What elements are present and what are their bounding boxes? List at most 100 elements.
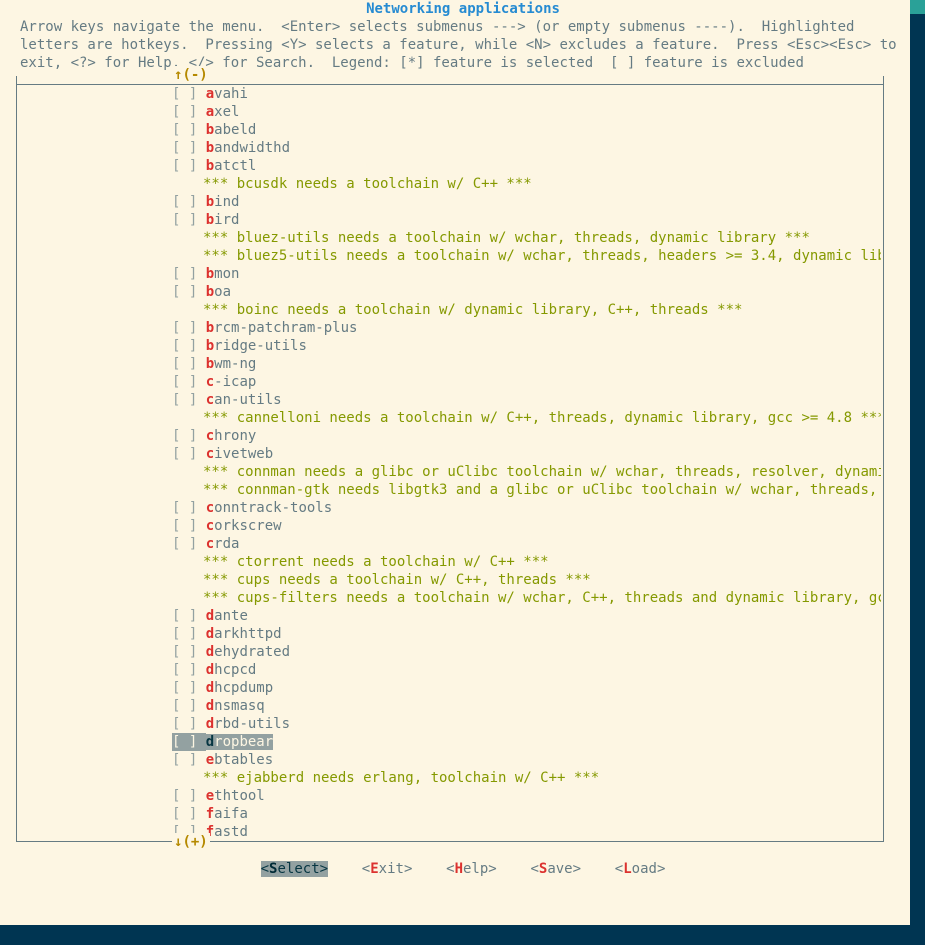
option-dropbear[interactable]: [ ] dropbear (172, 733, 881, 751)
checkbox[interactable]: [ ] (172, 121, 206, 139)
option-crda[interactable]: [ ] crda (172, 535, 881, 553)
option-bridge-utils[interactable]: [ ] bridge-utils (172, 337, 881, 355)
option-can-utils[interactable]: [ ] can-utils (172, 391, 881, 409)
exit-button[interactable]: <Exit> (362, 861, 413, 877)
option-conntrack-tools[interactable]: [ ] conntrack-tools (172, 499, 881, 517)
option-label: mon (214, 266, 239, 282)
hotkey: d (206, 734, 214, 750)
checkbox[interactable]: [ ] (172, 355, 206, 373)
option-dante[interactable]: [ ] dante (172, 607, 881, 625)
hotkey: d (206, 680, 214, 696)
hotkey: b (206, 122, 214, 138)
checkbox[interactable]: [ ] (172, 517, 206, 535)
option-bwm-ng[interactable]: [ ] bwm-ng (172, 355, 881, 373)
option-dhcpcd[interactable]: [ ] dhcpcd (172, 661, 881, 679)
option-drbd-utils[interactable]: [ ] drbd-utils (172, 715, 881, 733)
option-label: -icap (214, 374, 256, 390)
button-bar: <Select> <Exit> <Help> <Save> <Load> (20, 860, 906, 878)
option-ethtool[interactable]: [ ] ethtool (172, 787, 881, 805)
checkbox[interactable]: [ ] (172, 193, 206, 211)
checkbox[interactable]: [ ] (172, 805, 206, 823)
option-bird[interactable]: [ ] bird (172, 211, 881, 229)
checkbox[interactable]: [ ] (172, 427, 206, 445)
option-label: xel (214, 104, 239, 120)
help-button[interactable]: <Help> (446, 861, 497, 877)
option-label: arkhttpd (214, 626, 281, 642)
checkbox[interactable]: [ ] (172, 319, 206, 337)
option-label: atctl (214, 158, 256, 174)
option-label: aifa (214, 806, 248, 822)
option-bandwidthd[interactable]: [ ] bandwidthd (172, 139, 881, 157)
checkbox[interactable]: [ ] (172, 85, 206, 103)
requirement-note: *** cups-filters needs a toolchain w/ wc… (172, 589, 881, 607)
checkbox[interactable]: [ ] (172, 391, 206, 409)
hotkey: e (206, 752, 214, 768)
note-text: *** ctorrent needs a toolchain w/ C++ **… (172, 554, 549, 570)
requirement-note: *** ctorrent needs a toolchain w/ C++ **… (172, 553, 881, 571)
option-darkhttpd[interactable]: [ ] darkhttpd (172, 625, 881, 643)
checkbox[interactable]: [ ] (172, 787, 206, 805)
option-dehydrated[interactable]: [ ] dehydrated (172, 643, 881, 661)
load-button[interactable]: <Load> (615, 861, 666, 877)
option-batctl[interactable]: [ ] batctl (172, 157, 881, 175)
option-fastd[interactable]: [ ] fastd (172, 823, 881, 841)
checkbox[interactable]: [ ] (172, 211, 206, 229)
option-faifa[interactable]: [ ] faifa (172, 805, 881, 823)
checkbox[interactable]: [ ] (172, 697, 206, 715)
checkbox[interactable]: [ ] (172, 445, 206, 463)
scroll-down-icon[interactable]: ↓(+) (172, 833, 210, 851)
select-button[interactable]: <Select> (261, 861, 328, 877)
option-c-icap[interactable]: [ ] c-icap (172, 373, 881, 391)
hotkey: e (206, 788, 214, 804)
option-avahi[interactable]: [ ] avahi (172, 85, 881, 103)
note-text: *** boinc needs a toolchain w/ dynamic l… (172, 302, 742, 318)
checkbox[interactable]: [ ] (172, 751, 206, 769)
option-dnsmasq[interactable]: [ ] dnsmasq (172, 697, 881, 715)
option-label: an-utils (214, 392, 281, 408)
hotkey: d (206, 608, 214, 624)
checkbox[interactable]: [ ] (172, 607, 206, 625)
checkbox[interactable]: [ ] (172, 661, 206, 679)
checkbox[interactable]: [ ] (172, 283, 206, 301)
option-bind[interactable]: [ ] bind (172, 193, 881, 211)
checkbox[interactable]: [ ] (172, 373, 206, 391)
option-chrony[interactable]: [ ] chrony (172, 427, 881, 445)
hotkey: d (206, 626, 214, 642)
option-ebtables[interactable]: [ ] ebtables (172, 751, 881, 769)
checkbox[interactable]: [ ] (172, 643, 206, 661)
note-text: *** bluez-utils needs a toolchain w/ wch… (172, 230, 810, 246)
scroll-up-icon[interactable]: ↑(-) (172, 66, 210, 84)
checkbox[interactable]: [ ] (172, 715, 206, 733)
checkbox[interactable]: [ ] (172, 265, 206, 283)
option-boa[interactable]: [ ] boa (172, 283, 881, 301)
option-label: hrony (214, 428, 256, 444)
checkbox[interactable]: [ ] (172, 103, 206, 121)
instructions: Arrow keys navigate the menu. <Enter> se… (20, 18, 906, 72)
requirement-note: *** bcusdk needs a toolchain w/ C++ *** (172, 175, 881, 193)
checkbox[interactable]: [ ] (172, 139, 206, 157)
checkbox[interactable]: [ ] (172, 499, 206, 517)
option-label: rbd-utils (214, 716, 290, 732)
hotkey: a (206, 104, 214, 120)
requirement-note: *** connman-gtk needs libgtk3 and a glib… (172, 481, 881, 499)
option-list[interactable]: [ ] avahi[ ] axel[ ] babeld[ ] bandwidth… (17, 85, 883, 841)
checkbox[interactable]: [ ] (172, 157, 206, 175)
checkbox[interactable]: [ ] (172, 535, 206, 553)
option-dhcpdump[interactable]: [ ] dhcpdump (172, 679, 881, 697)
hotkey: b (206, 356, 214, 372)
checkbox[interactable]: [ ] (172, 733, 206, 751)
hotkey: c (206, 428, 214, 444)
option-babeld[interactable]: [ ] babeld (172, 121, 881, 139)
option-brcm-patchram-plus[interactable]: [ ] brcm-patchram-plus (172, 319, 881, 337)
checkbox[interactable]: [ ] (172, 625, 206, 643)
option-civetweb[interactable]: [ ] civetweb (172, 445, 881, 463)
option-bmon[interactable]: [ ] bmon (172, 265, 881, 283)
checkbox[interactable]: [ ] (172, 679, 206, 697)
checkbox[interactable]: [ ] (172, 337, 206, 355)
option-corkscrew[interactable]: [ ] corkscrew (172, 517, 881, 535)
save-button[interactable]: <Save> (530, 861, 581, 877)
note-text: *** cannelloni needs a toolchain w/ C++,… (172, 410, 881, 426)
hotkey: b (206, 212, 214, 228)
option-label: orkscrew (214, 518, 281, 534)
option-axel[interactable]: [ ] axel (172, 103, 881, 121)
